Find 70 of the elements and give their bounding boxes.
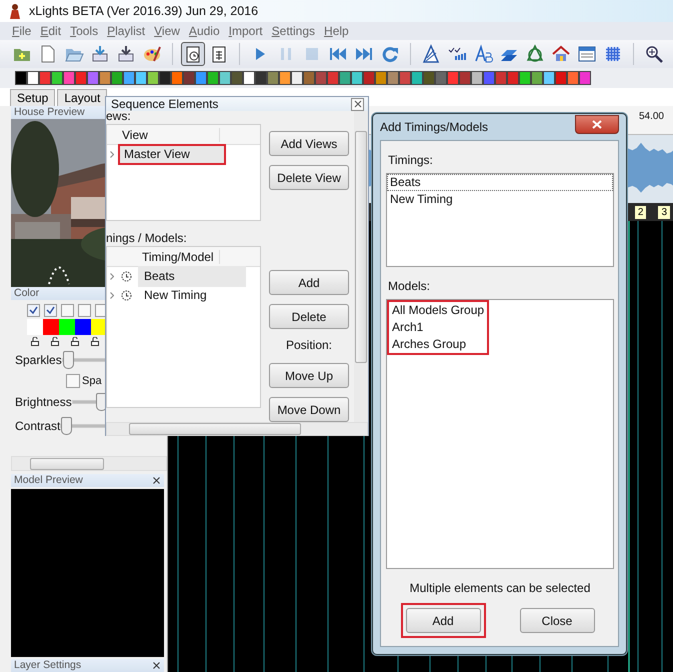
- checkbox[interactable]: [27, 304, 40, 317]
- menu-item[interactable]: Playlist: [107, 24, 146, 38]
- hint-text: Multiple elements can be selected: [408, 581, 592, 595]
- list-item[interactable]: All Models Group: [389, 302, 486, 319]
- checkbox[interactable]: [44, 304, 57, 317]
- list-item[interactable]: Arches Group: [389, 336, 486, 353]
- color-swatch[interactable]: [59, 318, 75, 335]
- slider-label: Brightness: [14, 395, 72, 410]
- checkbox[interactable]: [78, 304, 91, 317]
- checkbox[interactable]: [61, 304, 74, 317]
- section-label: nings / Models:: [106, 233, 188, 246]
- dialog-button[interactable]: Close: [520, 608, 594, 633]
- section-label: Timings:: [388, 153, 434, 167]
- column-header: Timing/Model: [138, 250, 220, 264]
- tab[interactable]: Setup: [10, 89, 56, 106]
- column-header: View: [118, 128, 220, 142]
- dialog-button[interactable]: Delete: [269, 304, 349, 329]
- list-item[interactable]: New Timing: [387, 191, 613, 208]
- close-icon: [354, 100, 362, 108]
- menu-item[interactable]: Tools: [70, 24, 98, 38]
- section-label: Models:: [388, 279, 432, 293]
- menu-item[interactable]: Audio: [188, 24, 220, 38]
- vertical-scrollbar[interactable]: [354, 111, 368, 422]
- slider-label: Sparkles: [14, 353, 62, 368]
- list-item[interactable]: Arch1: [389, 319, 486, 336]
- time-label: 54.00: [638, 111, 664, 122]
- dialog-button[interactable]: Move Up: [269, 363, 349, 388]
- menu-item[interactable]: Settings: [272, 24, 316, 38]
- color-swatch[interactable]: [43, 318, 59, 335]
- menu-item[interactable]: Help: [324, 24, 349, 38]
- timing-mark[interactable]: 3: [658, 206, 670, 218]
- clipboard-clock-icon[interactable]: [181, 42, 205, 66]
- tab[interactable]: Layout: [57, 89, 108, 106]
- lock-icon[interactable]: [31, 336, 39, 346]
- dialog-button[interactable]: Add: [269, 270, 349, 295]
- close-icon[interactable]: [153, 477, 160, 484]
- table-row[interactable]: Beats: [138, 266, 246, 287]
- close-icon: [592, 120, 602, 128]
- dialog-button[interactable]: Add Views: [269, 131, 349, 156]
- slider-label: Contrast: [14, 419, 60, 434]
- horizontal-scrollbar[interactable]: [11, 456, 167, 472]
- close-icon[interactable]: [153, 662, 160, 669]
- dialog-button[interactable]: Add: [406, 608, 480, 633]
- window-title: xLights BETA (Ver 2016.39) Jun 29, 2016: [29, 4, 258, 18]
- close-button[interactable]: [575, 114, 619, 134]
- color-swatch[interactable]: [75, 318, 91, 335]
- checkbox-label: Spa: [82, 374, 102, 387]
- panel-header: Model Preview: [14, 474, 83, 488]
- horizontal-scrollbar[interactable]: [106, 422, 368, 436]
- menu-item[interactable]: View: [154, 24, 180, 38]
- timing-mark[interactable]: 2: [634, 206, 646, 218]
- clock-icon: [121, 290, 132, 301]
- table-row[interactable]: Master View: [118, 144, 226, 165]
- clock-icon: [121, 271, 132, 282]
- app-icon: [9, 3, 21, 19]
- position-label: Position:: [286, 338, 332, 354]
- close-button[interactable]: [351, 98, 364, 110]
- lock-icon[interactable]: [91, 336, 99, 346]
- checkbox[interactable]: [66, 374, 80, 388]
- color-swatch[interactable]: [27, 318, 43, 335]
- dialog-button[interactable]: Move Down: [269, 397, 349, 422]
- menu-item[interactable]: Import: [228, 24, 263, 38]
- dialog-title: Add Timings/Models: [380, 120, 488, 134]
- lock-icon[interactable]: [71, 336, 79, 346]
- dialog-button[interactable]: Delete View: [269, 165, 349, 190]
- panel-header: Layer Settings: [14, 659, 82, 672]
- lock-icon[interactable]: [51, 336, 59, 346]
- menu-item[interactable]: Edit: [40, 24, 62, 38]
- menu-item[interactable]: File: [12, 24, 32, 38]
- list-item[interactable]: Beats: [387, 174, 613, 191]
